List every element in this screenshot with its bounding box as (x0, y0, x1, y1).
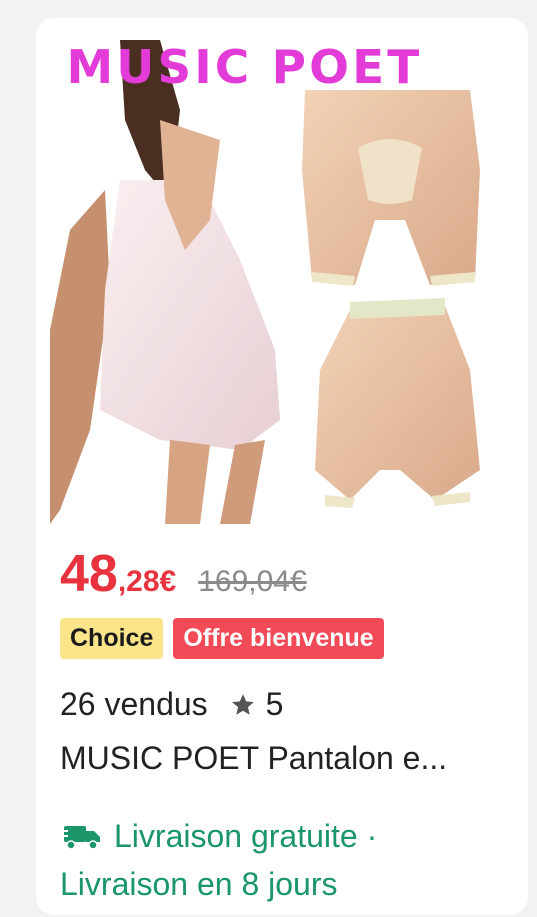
original-price: 169,04€ (198, 565, 307, 598)
star-icon (231, 693, 254, 715)
shipping-free: Livraison gratuite · (60, 818, 377, 855)
product-photo (50, 40, 480, 524)
sales-rating-row: 26 vendus 5 (60, 686, 283, 723)
brand-logo: MUSIC POET (66, 40, 423, 94)
product-image[interactable]: MUSIC POET (50, 30, 514, 524)
product-card[interactable]: MUSIC POET 48,28€ 169,04€ Choice Offre bi… (36, 18, 528, 915)
choice-badge: Choice (60, 618, 164, 659)
product-title[interactable]: MUSIC POET Pantalon e... (60, 740, 500, 777)
badges: Choice Offre bienvenue (60, 618, 384, 659)
price-decimal: ,28€ (117, 565, 177, 598)
shipping-time: Livraison en 8 jours (60, 866, 338, 902)
price-integer: 48 (60, 545, 118, 603)
shipping-free-label: Livraison gratuite · (114, 818, 378, 854)
price: 48,28€ 169,04€ (60, 544, 307, 604)
truck-icon (60, 825, 100, 850)
sold-count: 26 vendus (60, 686, 208, 722)
rating-value: 5 (265, 686, 284, 722)
offer-badge: Offre bienvenue (173, 618, 384, 659)
